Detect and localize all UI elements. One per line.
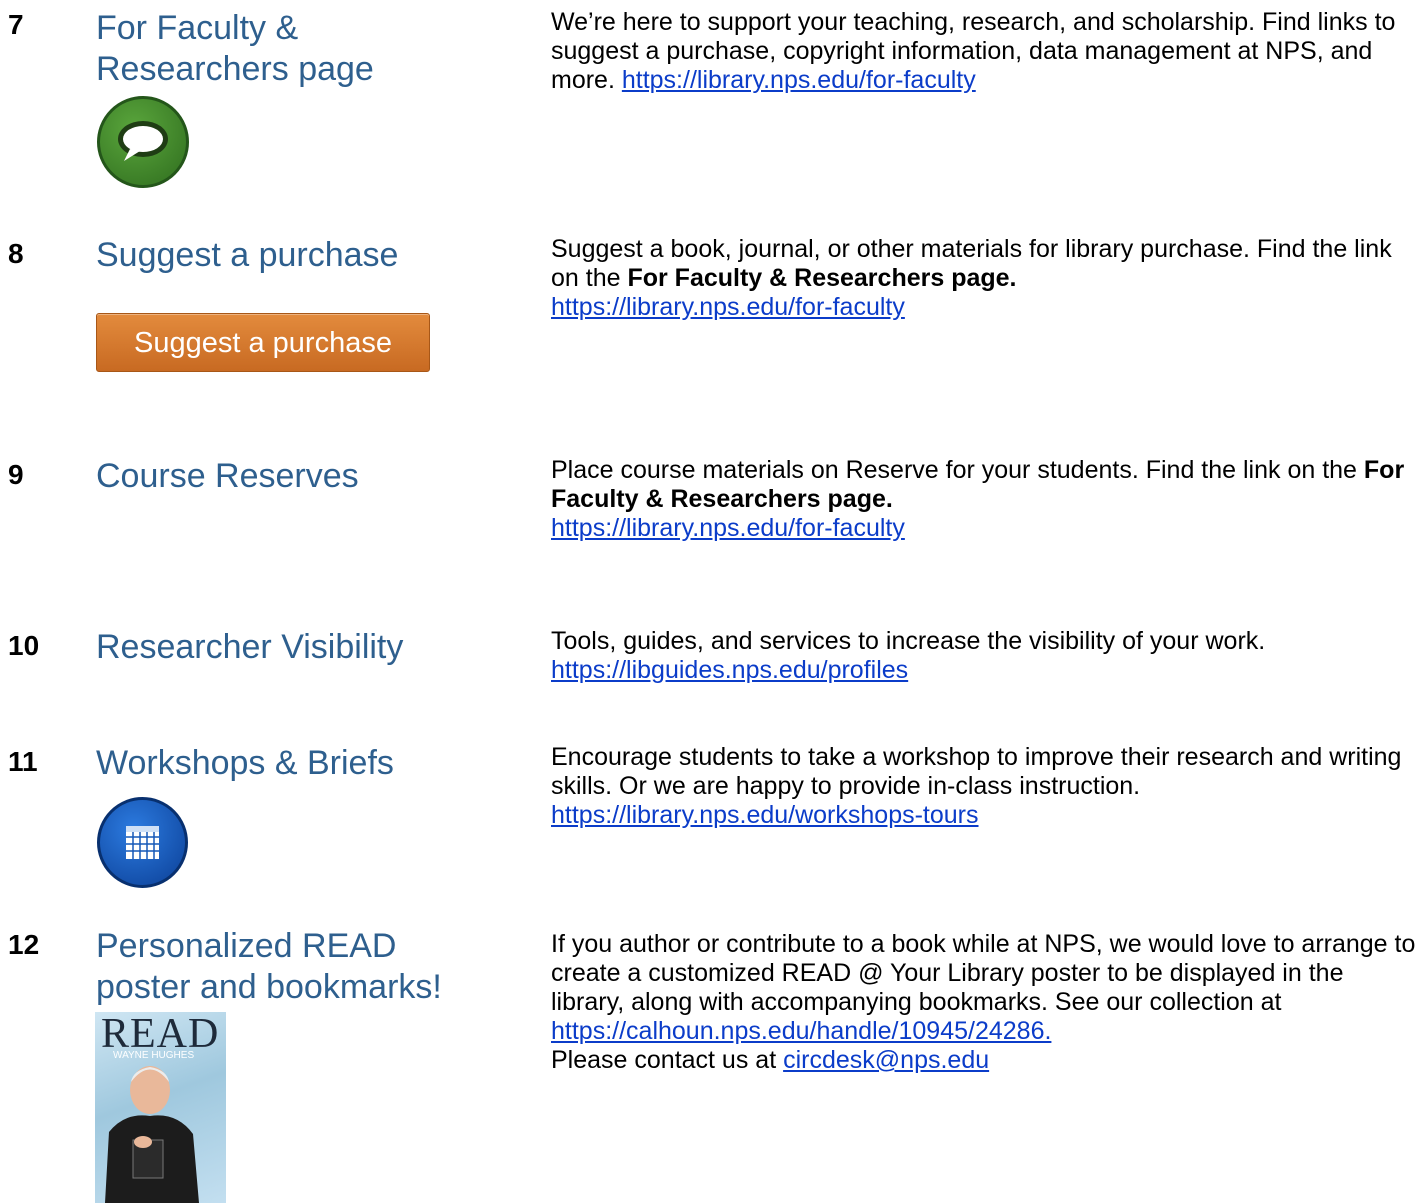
item-number: 10 — [8, 630, 40, 661]
item-title: Course Reserves — [96, 457, 359, 495]
item-number: 9 — [8, 459, 24, 490]
item-title: For Faculty & Researchers page — [96, 9, 374, 88]
item-description: Suggest a book, journal, or other materi… — [551, 235, 1392, 321]
item-number: 8 — [8, 238, 24, 269]
item-description: We’re here to support your teaching, res… — [551, 8, 1396, 94]
item-description: Place course materials on Reserve for yo… — [551, 456, 1405, 542]
item-description: Encourage students to take a workshop to… — [551, 743, 1402, 829]
item-title: Suggest a purchase — [96, 236, 399, 274]
item-title: Personalized READ poster and bookmarks! — [96, 927, 442, 1006]
email-link[interactable]: circdesk@nps.edu — [783, 1046, 989, 1074]
item-link[interactable]: https://library.nps.edu/workshops-tours — [551, 801, 979, 829]
speech-bubble-icon — [97, 96, 189, 188]
item-description: If you author or contribute to a book wh… — [551, 930, 1416, 1074]
item-title: Workshops & Briefs — [96, 744, 394, 782]
item-link[interactable]: https://library.nps.edu/for-faculty — [551, 514, 905, 542]
item-number: 12 — [8, 929, 40, 960]
item-description: Tools, guides, and services to increase … — [551, 627, 1266, 684]
suggest-purchase-button[interactable]: Suggest a purchase — [96, 313, 430, 372]
item-title: Researcher Visibility — [96, 628, 404, 666]
item-link[interactable]: https://library.nps.edu/for-faculty — [622, 66, 976, 94]
calendar-icon — [97, 797, 188, 888]
item-number: 7 — [8, 9, 24, 40]
item-number: 11 — [8, 746, 38, 777]
item-link[interactable]: https://calhoun.nps.edu/handle/10945/242… — [551, 1017, 1051, 1045]
read-poster-image: READ WAYNE HUGHES — [95, 1012, 226, 1203]
item-link[interactable]: https://libguides.nps.edu/profiles — [551, 656, 908, 684]
item-link[interactable]: https://library.nps.edu/for-faculty — [551, 293, 905, 321]
person-figure — [105, 1066, 199, 1203]
